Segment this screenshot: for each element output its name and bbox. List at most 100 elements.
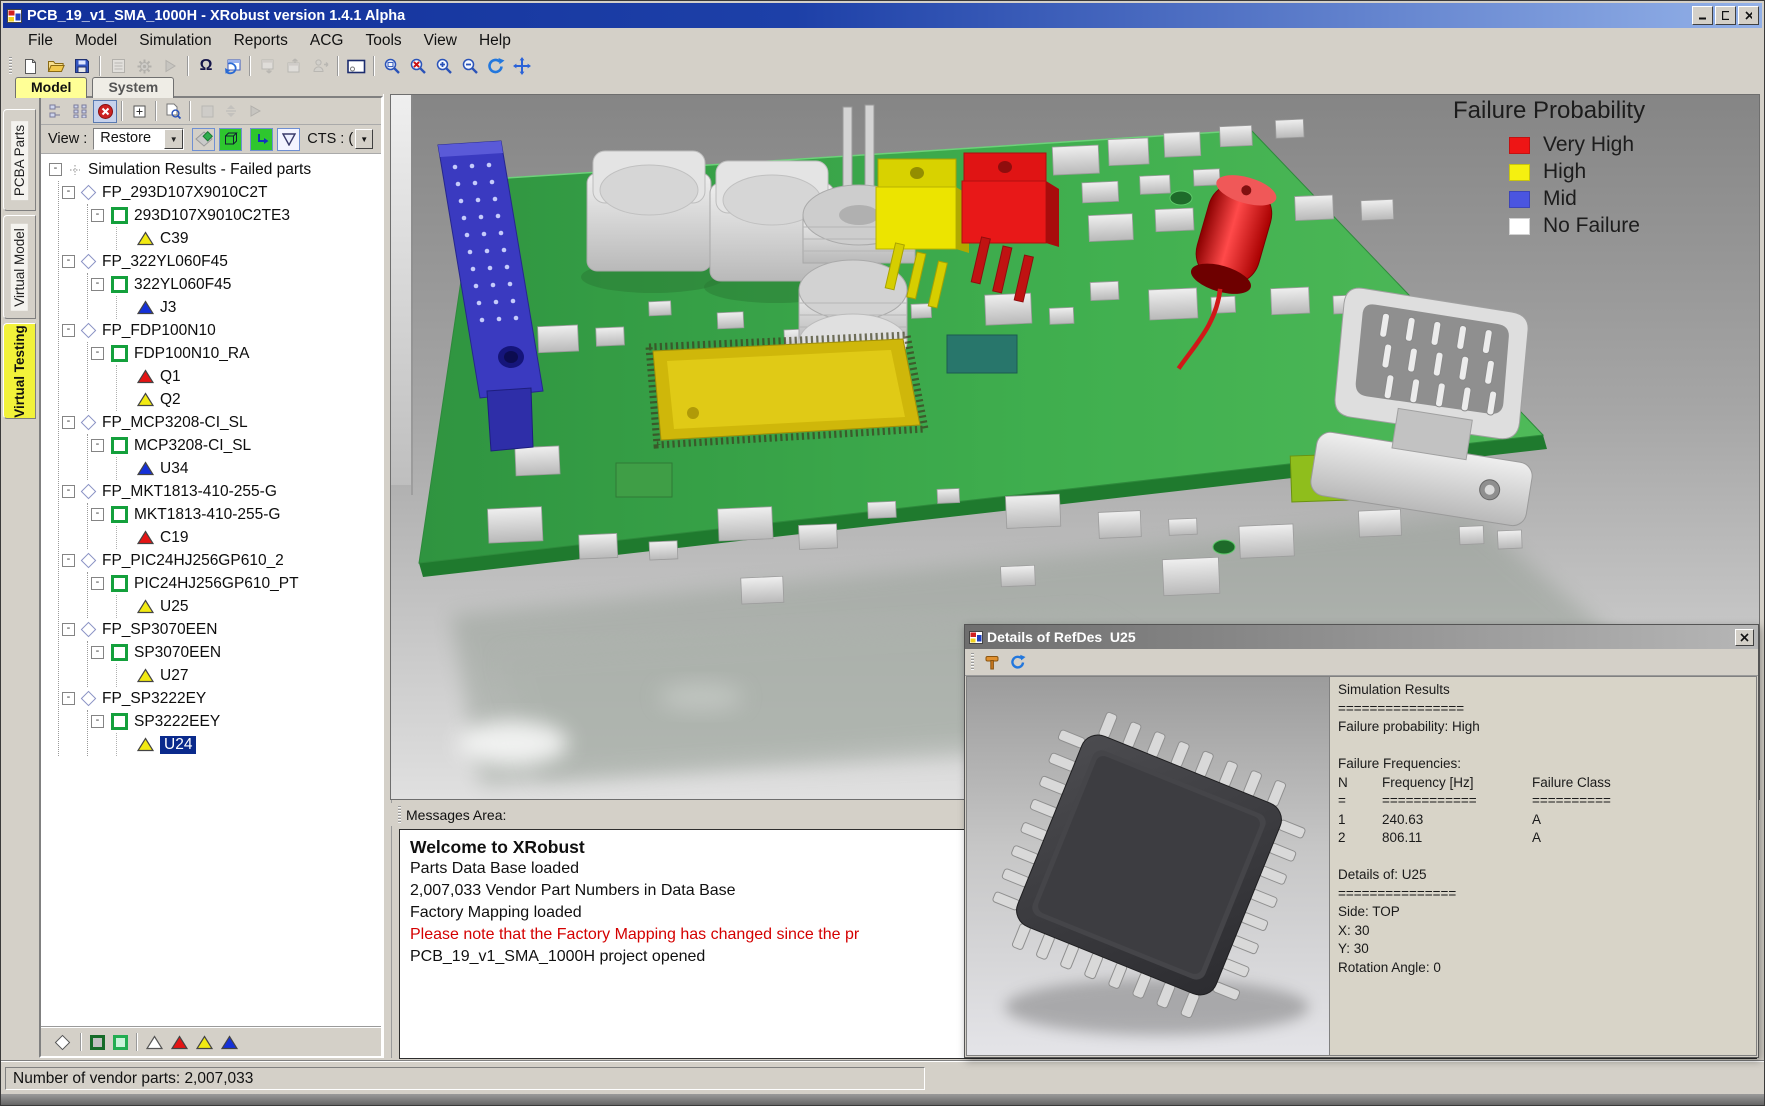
- window-refresh-button[interactable]: [219, 55, 245, 78]
- expand-box[interactable]: -: [91, 508, 104, 521]
- maximize-button[interactable]: [1715, 6, 1736, 25]
- tree-part-node[interactable]: -SP3222EEY: [88, 710, 381, 733]
- save-button[interactable]: [69, 55, 95, 78]
- menu-acg[interactable]: ACG: [299, 30, 355, 52]
- tab-system[interactable]: System: [92, 77, 174, 98]
- tree-ref-node[interactable]: C39: [117, 227, 381, 250]
- view-combobox[interactable]: Restore ▼: [93, 128, 184, 150]
- tree-ref-node[interactable]: J3: [117, 296, 381, 319]
- expand-box[interactable]: -: [62, 324, 75, 337]
- run-button[interactable]: [157, 55, 183, 78]
- menu-reports[interactable]: Reports: [223, 30, 299, 52]
- split-button[interactable]: [219, 100, 243, 123]
- zoom-in-button[interactable]: [431, 55, 457, 78]
- tree-root-node[interactable]: -Simulation Results - Failed parts: [46, 158, 381, 181]
- expand-box[interactable]: -: [91, 278, 104, 291]
- shade-mode-button[interactable]: [192, 128, 215, 151]
- tree-part-node[interactable]: -293D107X9010C2TE3: [88, 204, 381, 227]
- tree-group-node[interactable]: -FP_FDP100N10: [59, 319, 381, 342]
- zoom-window-button[interactable]: [379, 55, 405, 78]
- zoom-cancel-button[interactable]: [405, 55, 431, 78]
- user-transfer-button[interactable]: [307, 55, 333, 78]
- wireframe-box-button[interactable]: [219, 128, 242, 151]
- tree-group-node[interactable]: -FP_293D107X9010C2T: [59, 181, 381, 204]
- tree-ref-node[interactable]: U25: [117, 595, 381, 618]
- rotate-axis-button[interactable]: [250, 128, 273, 151]
- menu-simulation[interactable]: Simulation: [128, 30, 222, 52]
- details-refresh-button[interactable]: [1005, 651, 1031, 674]
- tree-collapse-button[interactable]: [45, 100, 69, 123]
- expand-box[interactable]: -: [62, 485, 75, 498]
- expand-box[interactable]: -: [91, 715, 104, 728]
- expand-box[interactable]: -: [62, 255, 75, 268]
- tree-expand-button[interactable]: [69, 100, 93, 123]
- window-export-button[interactable]: [255, 55, 281, 78]
- chip-3d-view[interactable]: [966, 676, 1330, 1056]
- menu-model[interactable]: Model: [64, 30, 128, 52]
- minimize-button[interactable]: [1692, 6, 1713, 25]
- expand-box[interactable]: -: [91, 439, 104, 452]
- close-results-button[interactable]: [93, 100, 117, 123]
- cts-dropdown-icon[interactable]: ▼: [355, 129, 373, 149]
- settings-button[interactable]: [131, 55, 157, 78]
- messages-gripper[interactable]: [398, 806, 401, 824]
- tree-group-node[interactable]: -FP_PIC24HJ256GP610_2: [59, 549, 381, 572]
- pan-button[interactable]: [509, 55, 535, 78]
- tree-ref-node[interactable]: U24: [117, 733, 381, 756]
- expand-box[interactable]: -: [91, 646, 104, 659]
- expand-box[interactable]: -: [49, 163, 62, 176]
- new-file-button[interactable]: [17, 55, 43, 78]
- tree-ref-node[interactable]: C19: [117, 526, 381, 549]
- add-button[interactable]: [127, 100, 151, 123]
- menu-view[interactable]: View: [413, 30, 468, 52]
- expand-box[interactable]: -: [91, 209, 104, 222]
- tree-part-node[interactable]: -MCP3208-CI_SL: [88, 434, 381, 457]
- menu-tools[interactable]: Tools: [354, 30, 412, 52]
- expand-box[interactable]: -: [62, 692, 75, 705]
- report-list-button[interactable]: [105, 55, 131, 78]
- tree-ref-node[interactable]: U34: [117, 457, 381, 480]
- tree-part-node[interactable]: -MKT1813-410-255-G: [88, 503, 381, 526]
- zoom-out-button[interactable]: [457, 55, 483, 78]
- sidebar-tab-pcba-parts[interactable]: PCBA Parts: [3, 109, 36, 211]
- tree-part-node[interactable]: -FDP100N10_RA: [88, 342, 381, 365]
- tab-model[interactable]: Model: [15, 77, 87, 98]
- expand-box[interactable]: -: [62, 416, 75, 429]
- omega-button[interactable]: Ω: [193, 55, 219, 78]
- tree-group-node[interactable]: -FP_322YL060F45: [59, 250, 381, 273]
- filter-button[interactable]: [277, 128, 300, 151]
- close-button[interactable]: [1738, 6, 1759, 25]
- menu-file[interactable]: File: [17, 30, 64, 52]
- refresh-view-button[interactable]: [483, 55, 509, 78]
- tree-group-node[interactable]: -FP_MCP3208-CI_SL: [59, 411, 381, 434]
- toolbar-gripper[interactable]: [9, 57, 12, 75]
- tree-part-node[interactable]: -322YL060F45: [88, 273, 381, 296]
- open-button[interactable]: [43, 55, 69, 78]
- tree-group-node[interactable]: -FP_MKT1813-410-255-G: [59, 480, 381, 503]
- details-close-button[interactable]: [1735, 629, 1754, 646]
- details-text-panel[interactable]: Simulation Results ================ Fail…: [1330, 676, 1757, 1056]
- tree-group-node[interactable]: -FP_SP3070EEN: [59, 618, 381, 641]
- preview-button[interactable]: [161, 100, 185, 123]
- details-titlebar[interactable]: Details of RefDes U25: [965, 625, 1758, 649]
- menu-help[interactable]: Help: [468, 30, 522, 52]
- play-button[interactable]: [243, 100, 267, 123]
- sidebar-tab-virtual-model[interactable]: Virtual Model: [3, 215, 36, 319]
- sidebar-tab-virtual-testing[interactable]: Virtual Testing: [3, 323, 36, 419]
- tree-ref-node[interactable]: Q2: [117, 388, 381, 411]
- window-import-button[interactable]: [281, 55, 307, 78]
- expand-box[interactable]: -: [62, 186, 75, 199]
- chevron-down-icon[interactable]: ▼: [164, 129, 183, 149]
- details-toolbar-gripper[interactable]: [971, 653, 974, 671]
- expand-box[interactable]: -: [62, 623, 75, 636]
- expand-box[interactable]: -: [91, 577, 104, 590]
- tree-ref-node[interactable]: Q1: [117, 365, 381, 388]
- expand-box[interactable]: -: [91, 347, 104, 360]
- tree-part-node[interactable]: -PIC24HJ256GP610_PT: [88, 572, 381, 595]
- tree-ref-node[interactable]: U27: [117, 664, 381, 687]
- hammer-button[interactable]: [979, 651, 1005, 674]
- expand-box[interactable]: -: [62, 554, 75, 567]
- snapshot-button[interactable]: [343, 55, 369, 78]
- title-bar[interactable]: PCB_19_v1_SMA_1000H - XRobust version 1.…: [3, 3, 1762, 28]
- tree-part-node[interactable]: -SP3070EEN: [88, 641, 381, 664]
